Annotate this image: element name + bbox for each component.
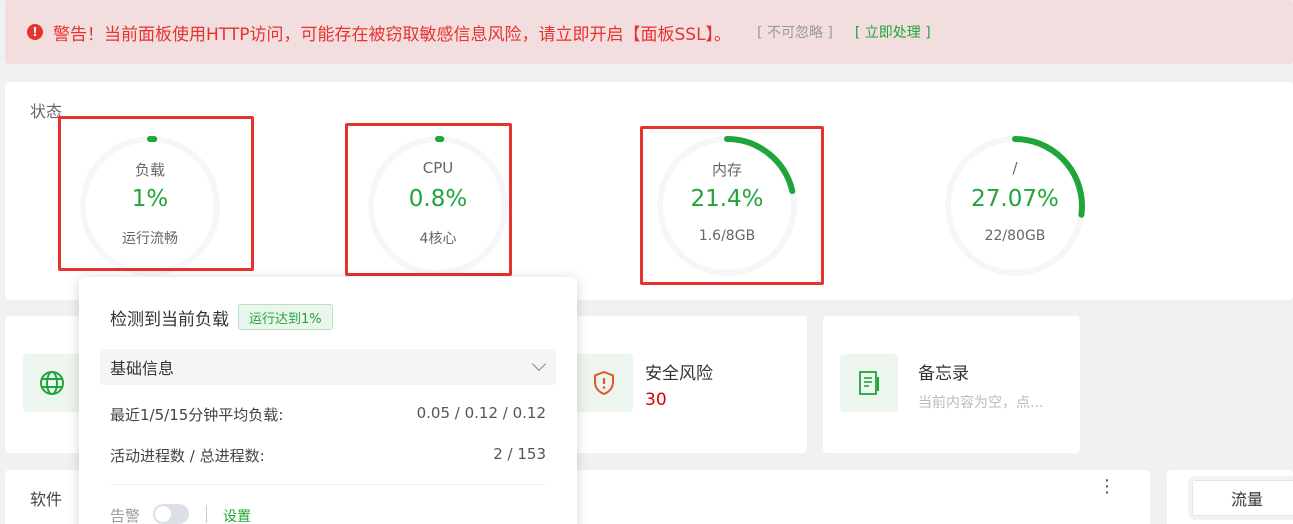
- globe-icon: [40, 371, 64, 395]
- highlight-box-memory: [640, 126, 824, 285]
- security-icon-box[interactable]: [575, 354, 633, 412]
- tab-traffic[interactable]: 流量: [1192, 480, 1293, 516]
- website-icon-box[interactable]: [23, 354, 81, 412]
- process-count-value: 2 / 153: [493, 445, 546, 463]
- process-count-label: 活动进程数 / 总进程数:: [110, 447, 265, 465]
- avg-load-value: 0.05 / 0.12 / 0.12: [416, 404, 546, 422]
- alert-ignore-label: [ 不可忽略 ]: [757, 25, 833, 41]
- highlight-box-load: [58, 116, 254, 271]
- alarm-settings-link[interactable]: 设置: [223, 506, 251, 524]
- popover-title: 检测到当前负载: [110, 310, 229, 330]
- alarm-label: 告警: [110, 507, 141, 524]
- load-status-badge: 运行达到1%: [238, 304, 333, 330]
- software-title: 软件: [30, 490, 63, 509]
- gauge-disk-label: /: [1012, 159, 1018, 177]
- warning-icon: !: [27, 24, 43, 40]
- alert-handle-link[interactable]: [ 立即处理 ]: [855, 22, 931, 42]
- gauge-disk-sub: 22/80GB: [984, 228, 1046, 244]
- highlight-box-cpu: [345, 123, 512, 276]
- popover-divider: [110, 484, 546, 485]
- ssl-warning-alert: ! 警告！当前面板使用HTTP访问，可能存在被窃取敏感信息风险，请立即开启【面板…: [5, 0, 1293, 64]
- security-risk-count[interactable]: 30: [645, 390, 667, 410]
- process-count-row: 活动进程数 / 总进程数: 2 / 153: [110, 445, 546, 466]
- memo-card[interactable]: 备忘录 当前内容为空，点...: [823, 316, 1080, 453]
- alarm-toggle[interactable]: [153, 504, 189, 524]
- traffic-panel: 流量: [1167, 470, 1293, 524]
- security-risk-title: 安全风险: [645, 364, 713, 384]
- gauge-disk-value: 27.07%: [971, 186, 1059, 212]
- basic-info-label: 基础信息: [110, 359, 175, 378]
- shield-warning-icon: [594, 370, 614, 396]
- more-options-icon[interactable]: ⋮: [1098, 478, 1116, 496]
- memo-icon-box[interactable]: [840, 354, 898, 412]
- basic-info-section[interactable]: 基础信息: [100, 349, 556, 385]
- separator: [206, 505, 207, 523]
- load-detail-popover: 检测到当前负载 运行达到1% 基础信息 最近1/5/15分钟平均负载: 0.05…: [79, 277, 577, 524]
- avg-load-row: 最近1/5/15分钟平均负载: 0.05 / 0.12 / 0.12: [110, 404, 546, 425]
- avg-load-label: 最近1/5/15分钟平均负载:: [110, 406, 284, 424]
- chevron-down-icon: [531, 356, 547, 372]
- gauge-disk[interactable]: / 27.07% 22/80GB: [940, 131, 1090, 281]
- alert-message: 警告！当前面板使用HTTP访问，可能存在被窃取敏感信息风险，请立即开启【面板SS…: [53, 24, 732, 45]
- memo-description: 当前内容为空，点...: [918, 395, 1044, 411]
- memo-icon: [859, 371, 879, 395]
- memo-title: 备忘录: [918, 364, 969, 384]
